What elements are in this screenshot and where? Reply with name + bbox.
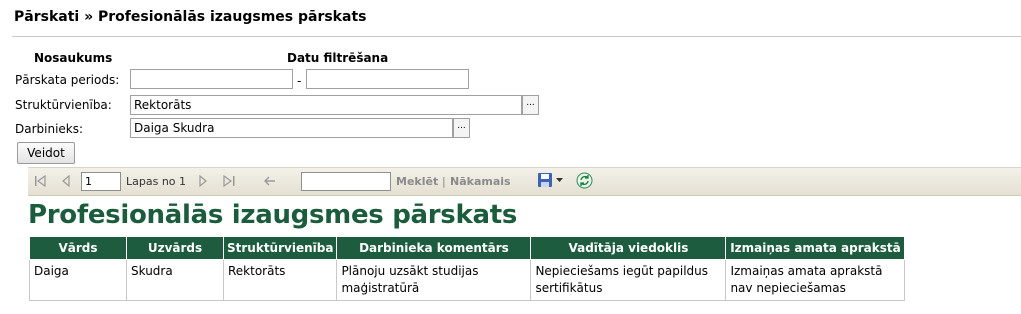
- column-header-name: Nosaukums: [34, 51, 113, 65]
- column-header: Vārds: [29, 236, 127, 260]
- period-from-input[interactable]: [130, 69, 293, 89]
- page-number-input[interactable]: 1: [81, 172, 121, 191]
- period-to-input[interactable]: [306, 69, 469, 89]
- column-header: Struktūrvienība: [222, 236, 338, 260]
- search-input[interactable]: [301, 172, 391, 191]
- cell-last-name: Skudra: [126, 259, 224, 301]
- column-header: Izmaiņas amata aprakstā: [725, 236, 906, 260]
- column-header: Uzvārds: [126, 236, 224, 260]
- cell-first-name: Daiga: [29, 259, 127, 301]
- column-header: Darbinieka komentārs: [336, 236, 532, 260]
- next-link[interactable]: Nākamais: [450, 175, 511, 188]
- first-page-icon[interactable]: [34, 175, 48, 187]
- cell-employee-comment: Plānoju uzsākt studijas maģistratūrā: [336, 259, 532, 301]
- previous-page-icon[interactable]: [61, 175, 71, 187]
- unit-input[interactable]: Rektorāts: [130, 95, 522, 115]
- employee-input[interactable]: Daiga Skudra: [130, 118, 453, 138]
- report-table: Vārds Uzvārds Struktūrvienība Darbinieka…: [29, 236, 906, 301]
- cell-job-description-changes: Izmaiņas amata aprakstā nav nepieciešama…: [725, 259, 906, 301]
- last-page-icon[interactable]: [222, 175, 236, 187]
- breadcrumb: Pārskati » Profesionālās izaugsmes pārsk…: [14, 9, 367, 25]
- chevron-down-icon[interactable]: [556, 178, 563, 183]
- employee-browse-button[interactable]: ...: [453, 118, 470, 138]
- page-count-label: Lapas no 1: [126, 175, 187, 188]
- cell-manager-opinion: Nepieciešams iegūt papildus sertifikātus: [530, 259, 727, 301]
- refresh-icon[interactable]: [576, 172, 593, 189]
- employee-label: Darbinieks:: [15, 122, 84, 136]
- back-icon[interactable]: [263, 175, 277, 187]
- generate-button[interactable]: Veidot: [17, 142, 75, 164]
- period-separator: -: [297, 74, 302, 88]
- divider: [12, 36, 1021, 37]
- table-header-row: Vārds Uzvārds Struktūrvienība Darbinieka…: [29, 236, 906, 260]
- next-page-icon[interactable]: [198, 175, 208, 187]
- table-row: Daiga Skudra Rektorāts Plānoju uzsākt st…: [29, 259, 906, 301]
- save-icon[interactable]: [537, 172, 553, 188]
- toolbar-separator: |: [442, 175, 446, 188]
- period-label: Pārskata periods:: [15, 73, 120, 87]
- cell-unit: Rektorāts: [222, 259, 338, 301]
- unit-browse-button[interactable]: ...: [522, 95, 539, 115]
- unit-label: Struktūrvienība:: [15, 98, 112, 112]
- report-toolbar: 1 Lapas no 1 Meklēt | Nākamais: [28, 167, 1021, 196]
- report-title: Profesionālās izaugsmes pārskats: [28, 200, 518, 230]
- column-header-filter: Datu filtrēšana: [287, 51, 389, 65]
- find-link[interactable]: Meklēt: [396, 175, 438, 188]
- column-header: Vadītāja viedoklis: [530, 236, 727, 260]
